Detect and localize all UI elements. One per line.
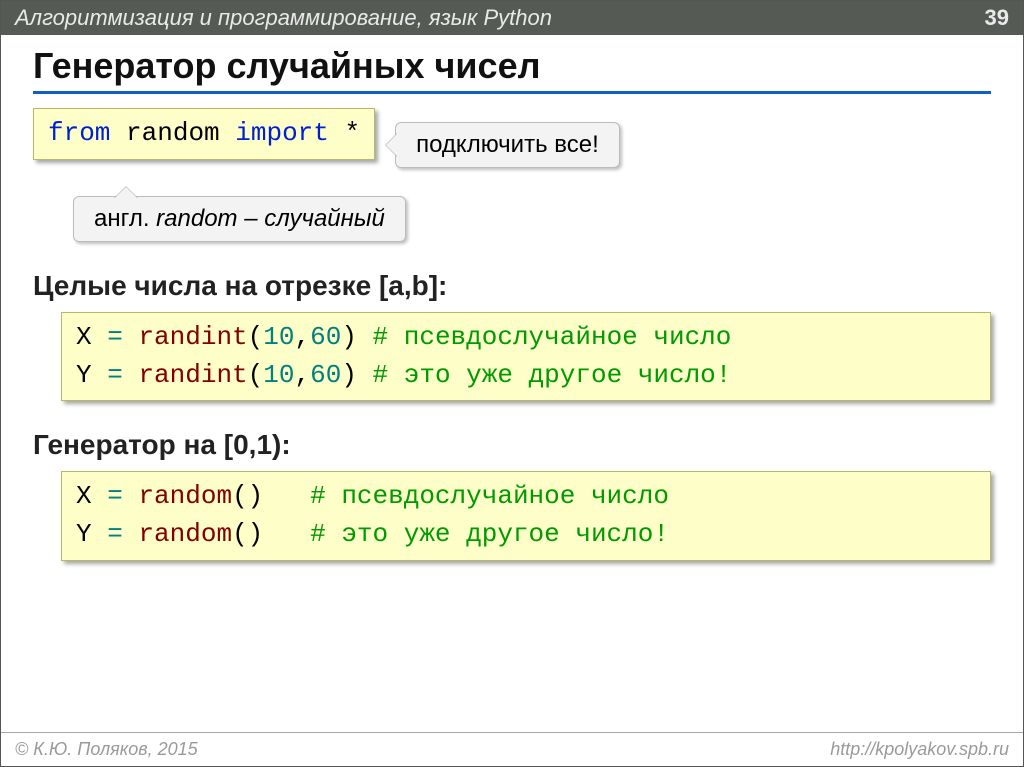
num-60-2: 60 <box>310 360 341 390</box>
num-10-1: 10 <box>263 322 294 352</box>
module-name: random <box>126 118 220 148</box>
callout-connect-all: подключить все! <box>395 122 620 168</box>
import-code: from random import * <box>33 108 375 160</box>
kw-import: import <box>235 118 329 148</box>
fn-random-1: random <box>138 481 232 511</box>
eq-2: = <box>107 360 123 390</box>
comma-2: , <box>294 360 310 390</box>
eq-1: = <box>107 322 123 352</box>
callout-random-meaning: англ. random – случайный <box>73 196 406 242</box>
import-row: from random import * подключить все! <box>33 108 991 168</box>
fn-randint-1: randint <box>138 322 247 352</box>
paren-close-2: ) <box>341 360 357 390</box>
num-10-2: 10 <box>263 360 294 390</box>
paren-open-1: ( <box>248 322 264 352</box>
callout-word: random <box>156 205 237 232</box>
comma-1: , <box>294 322 310 352</box>
kw-from: from <box>48 118 110 148</box>
callout-dash: – <box>244 205 257 232</box>
var-y: Y <box>76 360 92 390</box>
int-code-block: X = randint(10,60) # псевдослучайное чис… <box>61 312 991 401</box>
fn-random-2: random <box>138 519 232 549</box>
callout-prefix: англ. <box>94 205 150 232</box>
sp-2 <box>263 519 294 549</box>
main-title: Генератор случайных чисел <box>33 45 991 94</box>
paren-3: () <box>232 481 263 511</box>
var-x: X <box>76 322 92 352</box>
rand-code-block: X = random() # псевдослучайное число Y =… <box>61 471 991 560</box>
slide-footer: © К.Ю. Поляков, 2015 http://kpolyakov.sp… <box>1 732 1023 766</box>
var-y2: Y <box>76 519 92 549</box>
eq-4: = <box>107 519 123 549</box>
header-title: Алгоритмизация и программирование, язык … <box>15 5 552 31</box>
slide-header: Алгоритмизация и программирование, язык … <box>1 1 1023 35</box>
comment-3: # псевдослучайное число <box>310 481 669 511</box>
num-60-1: 60 <box>310 322 341 352</box>
callout-meaning: случайный <box>264 205 385 232</box>
footer-copyright: © К.Ю. Поляков, 2015 <box>15 739 198 760</box>
section-int-heading: Целые числа на отрезке [a,b]: <box>33 270 991 302</box>
paren-close-1: ) <box>341 322 357 352</box>
paren-4: () <box>232 519 263 549</box>
section-rand-heading: Генератор на [0,1): <box>33 429 991 461</box>
footer-url: http://kpolyakov.spb.ru <box>830 739 1009 760</box>
var-x2: X <box>76 481 92 511</box>
paren-open-2: ( <box>248 360 264 390</box>
import-star: * <box>345 118 361 148</box>
sp-1 <box>263 481 294 511</box>
eq-3: = <box>107 481 123 511</box>
slide: Алгоритмизация и программирование, язык … <box>0 0 1024 767</box>
comment-4: # это уже другое число! <box>310 519 669 549</box>
comment-1: # псевдослучайное число <box>373 322 732 352</box>
fn-randint-2: randint <box>138 360 247 390</box>
comment-2: # это уже другое число! <box>373 360 732 390</box>
page-number: 39 <box>985 5 1009 31</box>
slide-content: Генератор случайных чисел from random im… <box>1 35 1023 561</box>
